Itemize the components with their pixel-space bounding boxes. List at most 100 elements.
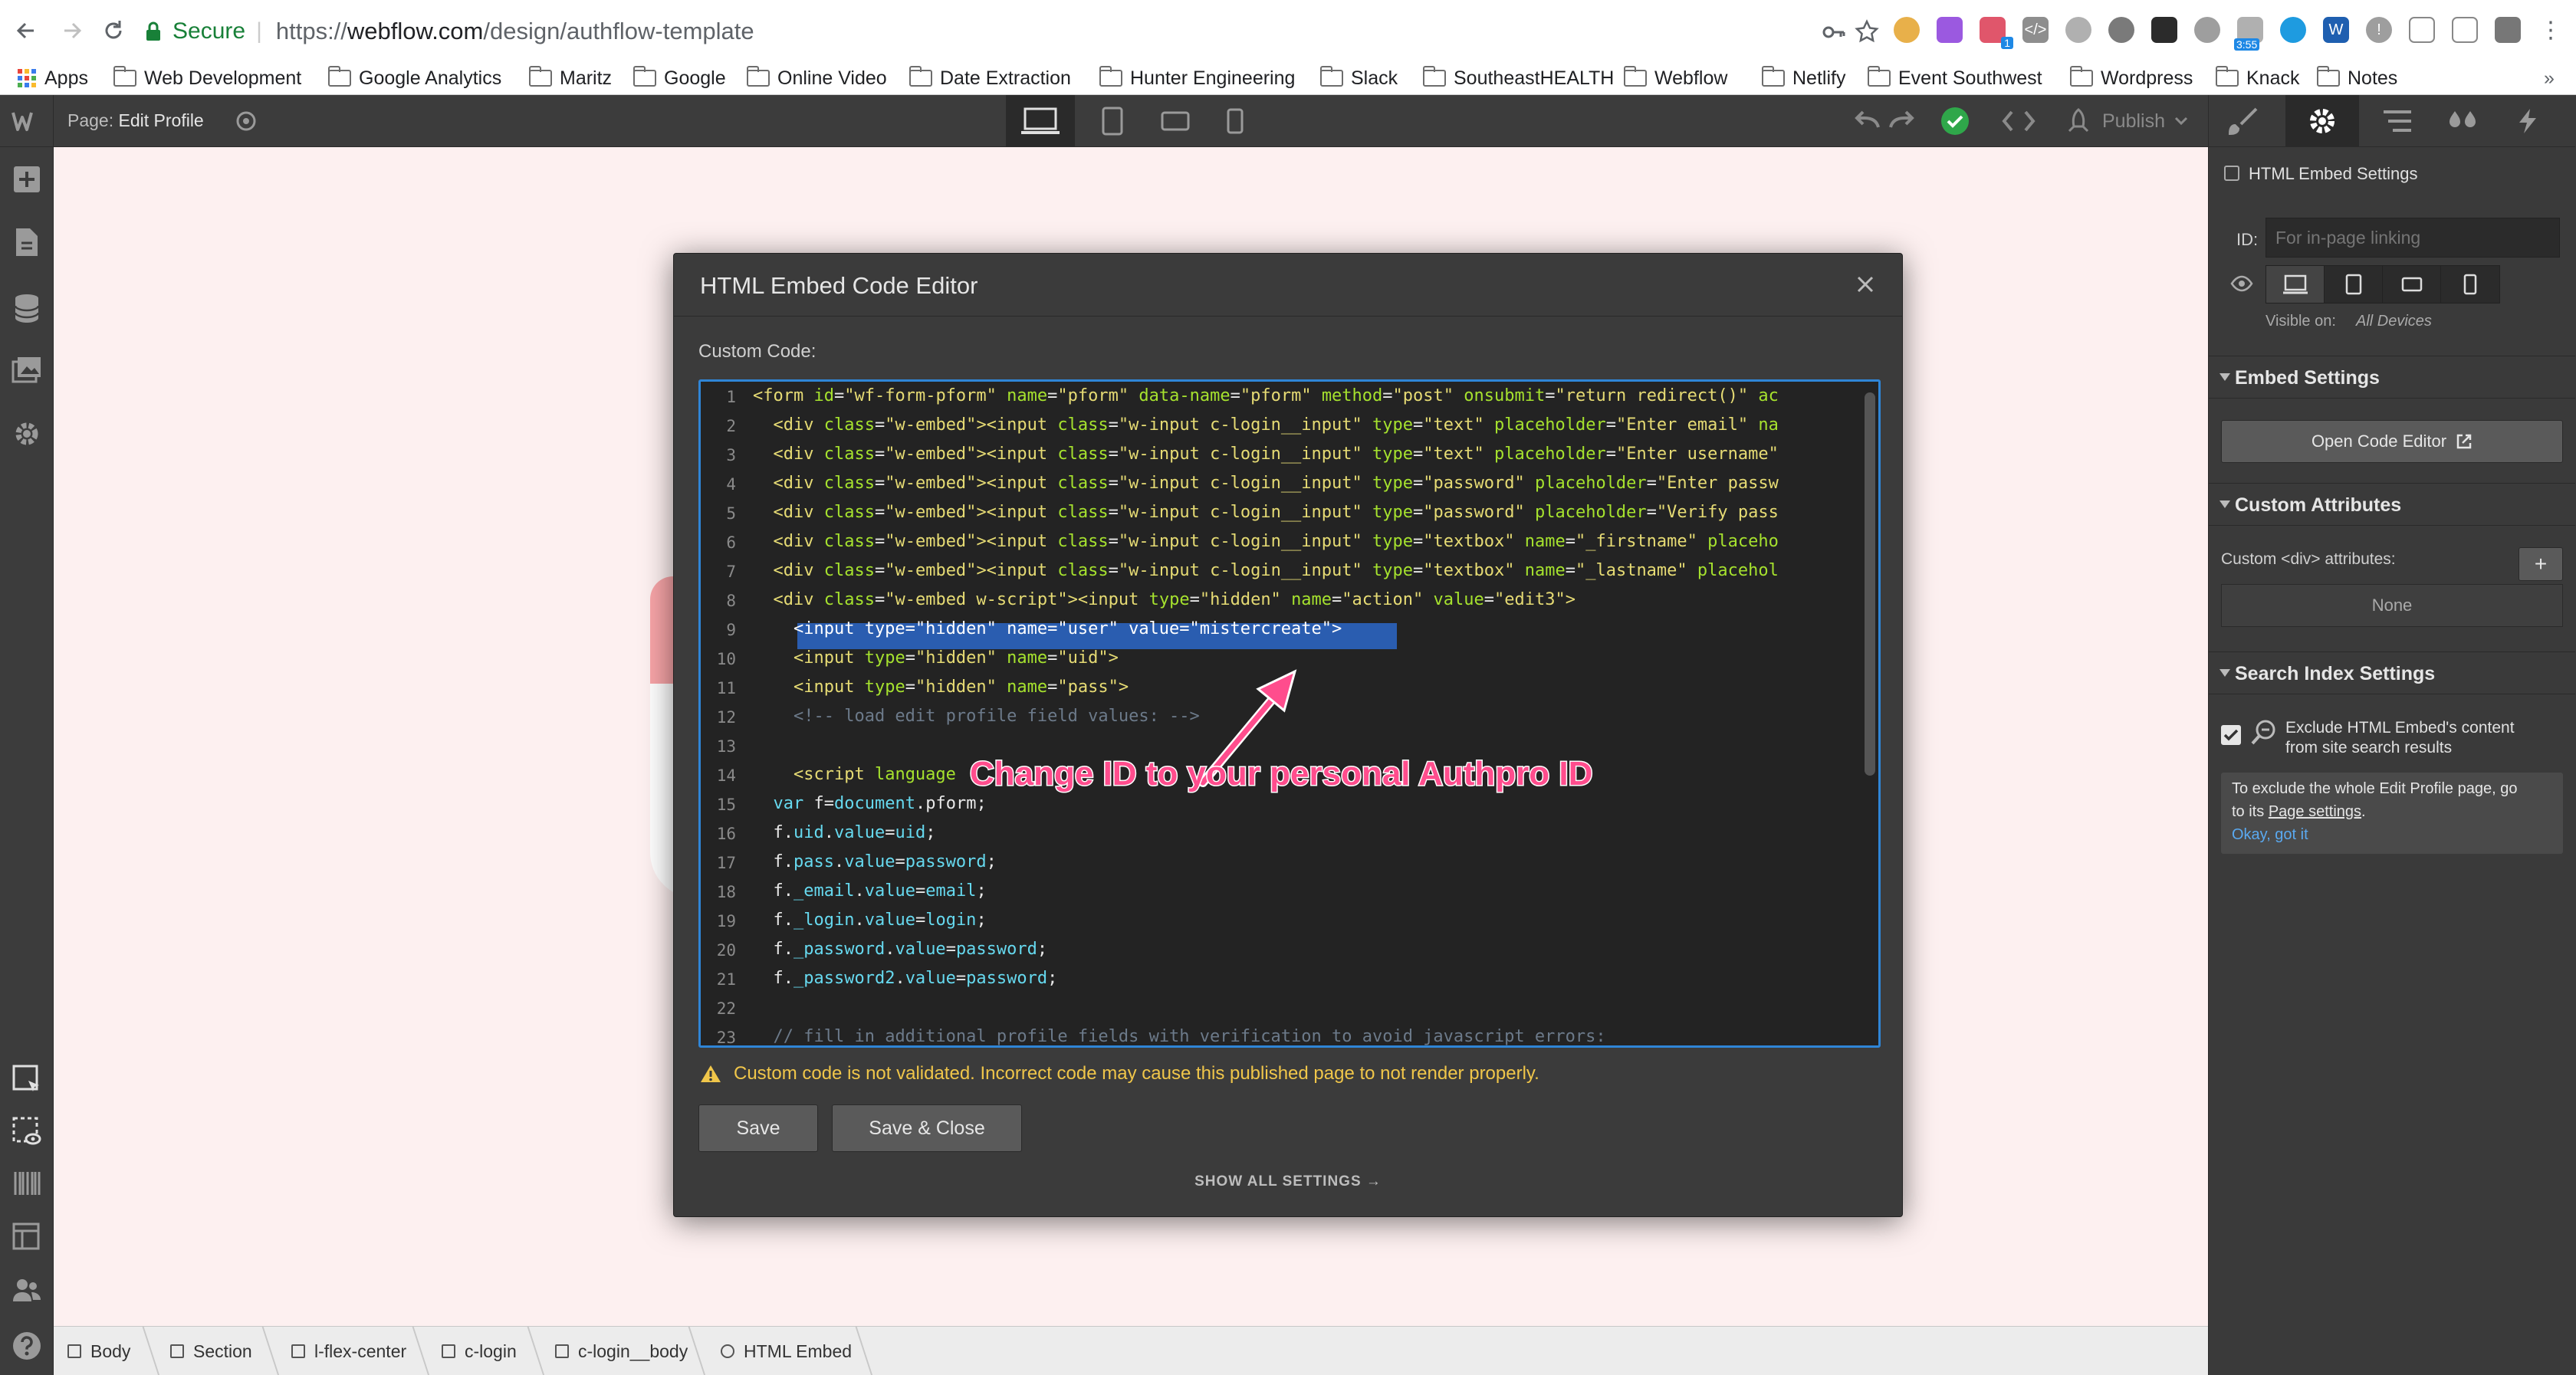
bookmark-date-extraction[interactable]: Date Extraction (909, 64, 1071, 92)
screen: Secure | https://webflow.com/design/auth… (0, 0, 2576, 1375)
bookmark-event-southwest[interactable]: Event Southwest (1868, 64, 2042, 92)
grid-extension-icon[interactable] (2151, 17, 2177, 43)
style-manager-drops-icon[interactable] (2439, 103, 2488, 139)
bookmark-notes[interactable]: Notes (2317, 64, 2397, 92)
extension-icon[interactable]: 1 (1980, 17, 2013, 49)
exclude-label-line1: Exclude HTML Embed's content (2285, 719, 2515, 737)
embed-settings-section[interactable]: Embed Settings (2209, 356, 2575, 399)
assets-icon[interactable] (8, 353, 45, 389)
breadcrumb-html-embed[interactable]: HTML Embed (721, 1327, 852, 1375)
power-extension-icon[interactable] (2194, 17, 2220, 43)
code-line: <div class="w-embed"><input class="w-inp… (773, 445, 1779, 464)
bookmark-maritz[interactable]: Maritz (529, 64, 612, 92)
custom-div-label: Custom <div> attributes: (2221, 550, 2396, 568)
shield-extension-icon[interactable] (2495, 17, 2521, 43)
publish-button[interactable]: Publish (2065, 106, 2188, 136)
wordpress-extension-icon[interactable]: W (2323, 17, 2349, 43)
help-icon[interactable] (8, 1327, 45, 1364)
bookmark-wordpress[interactable]: Wordpress (2070, 64, 2193, 92)
bookmarks-overflow-icon[interactable]: » (2544, 64, 2555, 92)
info-extension-icon[interactable]: ! (2366, 17, 2392, 43)
search-exclude-icon (2250, 719, 2278, 747)
barcode-icon[interactable] (8, 1165, 45, 1202)
code-line: f._login.value=login; (753, 911, 987, 930)
id-input[interactable] (2266, 218, 2560, 258)
page-settings-link[interactable]: Page settings (2269, 803, 2361, 820)
pages-icon[interactable] (8, 224, 45, 261)
cloud-extension-icon[interactable] (2065, 17, 2091, 43)
code-export-icon[interactable] (1999, 106, 2038, 136)
chevron-down-icon (2174, 116, 2188, 126)
bookmark-webflow[interactable]: Webflow (1624, 64, 1727, 92)
redo-icon[interactable] (1886, 107, 1917, 135)
blue-extension-icon[interactable] (2280, 17, 2306, 43)
exclude-checkbox[interactable] (2221, 725, 2241, 745)
desktop-breakpoint-icon[interactable] (1006, 95, 1075, 147)
forward-icon[interactable] (54, 12, 90, 49)
show-all-settings-link[interactable]: SHOW ALL SETTINGS → (674, 1173, 1902, 1190)
bookmark-slack[interactable]: Slack (1320, 64, 1398, 92)
navigator-icon[interactable] (2373, 103, 2422, 139)
caret-down-icon (2220, 669, 2230, 677)
breadcrumb-c-login[interactable]: c-login (442, 1327, 517, 1375)
bookmark-online-video[interactable]: Online Video (747, 64, 887, 92)
preview-eye-icon[interactable] (227, 106, 265, 136)
reload-icon[interactable] (95, 12, 132, 49)
visible-portrait-icon[interactable] (2441, 266, 2499, 303)
bookmark-knack[interactable]: Knack (2216, 64, 2299, 92)
open-code-editor-button[interactable]: Open Code Editor (2221, 420, 2563, 463)
webflow-logo-icon[interactable] (0, 95, 54, 147)
cookie-extension-icon[interactable] (1894, 17, 1920, 43)
cms-database-icon[interactable] (8, 290, 45, 327)
code-line: <div class="w-embed w-script"><input typ… (773, 590, 1576, 609)
bookmark-southeasthealth[interactable]: SoutheastHEALTH (1423, 64, 1614, 92)
speed-extension-icon[interactable]: 3:55 (2234, 17, 2263, 51)
bookmark-google-analytics[interactable]: Google Analytics (328, 64, 501, 92)
undo-icon[interactable] (1852, 107, 1883, 135)
breadcrumb-body[interactable]: Body (67, 1327, 130, 1375)
style-manager-icon[interactable] (8, 1219, 45, 1255)
star-icon[interactable] (1855, 19, 1879, 44)
interactions-bolt-icon[interactable] (2503, 103, 2552, 139)
tablet-breakpoint-icon[interactable] (1093, 106, 1132, 136)
breadcrumb-section[interactable]: Section (170, 1327, 252, 1375)
key-icon[interactable] (1822, 22, 1845, 42)
save-and-close-button[interactable]: Save & Close (832, 1104, 1022, 1152)
address-bar[interactable]: Secure | https://webflow.com/design/auth… (141, 11, 1886, 52)
okay-got-it-link[interactable]: Okay, got it (2232, 826, 2308, 844)
visible-desktop-icon[interactable] (2266, 266, 2325, 303)
page-selector[interactable]: Page: Edit Profile (67, 110, 204, 131)
circle-extension-icon[interactable] (2409, 17, 2435, 43)
add-elements-icon[interactable] (8, 161, 45, 198)
code-extension-icon[interactable]: </> (2022, 17, 2049, 43)
add-attribute-button[interactable]: + (2518, 547, 2563, 581)
bookmark-web-development[interactable]: Web Development (113, 64, 301, 92)
settings-tab-gear-icon[interactable] (2285, 95, 2359, 147)
back-icon[interactable] (8, 12, 44, 49)
style-brush-icon[interactable] (2220, 103, 2269, 139)
link-extension-icon[interactable] (2452, 17, 2478, 43)
bookmark-hunter-engineering[interactable]: Hunter Engineering (1099, 64, 1295, 92)
search-index-section[interactable]: Search Index Settings (2209, 651, 2575, 694)
select-tool-icon[interactable] (8, 1061, 45, 1098)
custom-attributes-section[interactable]: Custom Attributes (2209, 483, 2575, 526)
mobile-landscape-icon[interactable] (1156, 106, 1194, 136)
close-icon[interactable] (1850, 269, 1881, 300)
mobile-portrait-icon[interactable] (1216, 106, 1254, 136)
settings-gear-icon[interactable] (8, 415, 45, 452)
breadcrumb-c-login-body[interactable]: c-login__body (555, 1327, 688, 1375)
breadcrumb-l-flex-center[interactable]: l-flex-center (291, 1327, 406, 1375)
bookmark-netlify[interactable]: Netlify (1762, 64, 1845, 92)
embed-code-icon (2224, 166, 2239, 181)
bookmark-google[interactable]: Google (633, 64, 726, 92)
save-button[interactable]: Save (698, 1104, 818, 1152)
feather-extension-icon[interactable] (1937, 17, 1963, 43)
menu-dots-icon[interactable]: ⋮ (2538, 17, 2564, 43)
visible-tablet-icon[interactable] (2325, 266, 2383, 303)
preview-select-icon[interactable] (8, 1113, 45, 1150)
gear-extension-icon[interactable] (2108, 17, 2134, 43)
editor-scrollbar[interactable] (1865, 392, 1875, 776)
bookmark-apps[interactable]: Apps (17, 64, 88, 92)
users-icon[interactable] (8, 1272, 45, 1309)
visible-landscape-icon[interactable] (2383, 266, 2441, 303)
